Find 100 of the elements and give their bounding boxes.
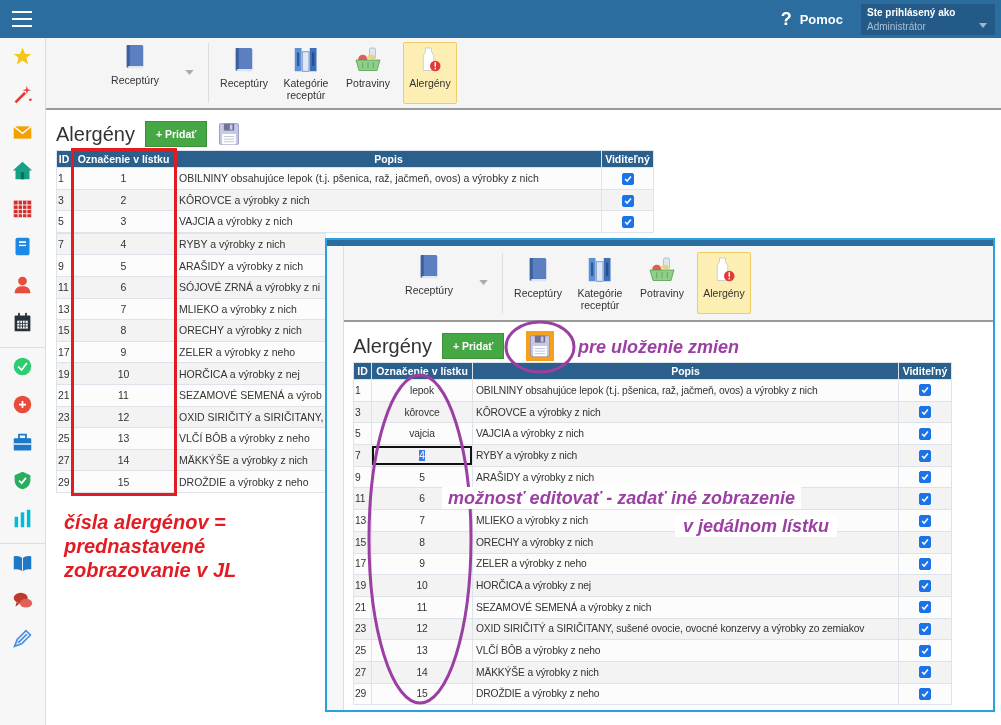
table-cell: 9 (353, 466, 372, 488)
checkbox[interactable] (919, 384, 931, 397)
ribbon-button[interactable]: Receptúry (217, 42, 271, 104)
annotation-note: možnosť editovať - zadať iné zobrazenie (442, 487, 801, 509)
check-icon[interactable] (12, 356, 33, 377)
table-cell: KÔROVCE a výrobky z nich (175, 189, 602, 211)
table-cell: 15 (56, 319, 72, 342)
checkbox[interactable] (919, 601, 931, 614)
table-cell: 1 (56, 167, 72, 190)
save-icon[interactable] (217, 121, 242, 147)
ribbon-button[interactable]: Kategórie receptúr (279, 42, 333, 104)
help-link[interactable]: ? Pomoc (780, 8, 843, 30)
table-cell: 1 (353, 379, 372, 402)
table-cell: 11 (56, 276, 72, 299)
ribbon-dropdown[interactable]: Receptúry (384, 252, 494, 314)
plus-circle-icon[interactable] (12, 394, 33, 415)
checkbox[interactable] (919, 579, 931, 592)
column-header: Popis (175, 150, 602, 168)
checkbox[interactable] (919, 449, 931, 462)
table-cell: 5 (56, 210, 72, 233)
checkbox[interactable] (919, 623, 931, 636)
table-cell: 21 (353, 596, 372, 619)
checkbox[interactable] (919, 514, 931, 527)
table-cell: SÓJOVÉ ZRNÁ a výrobky z ni (175, 276, 326, 299)
table-cell: 7 (56, 233, 72, 255)
ribbon-button[interactable]: Potraviny (341, 42, 395, 104)
table-cell: RYBY a výrobky z nich (472, 444, 899, 467)
checkbox[interactable] (919, 471, 931, 484)
table-cell: OXID SIRIČITÝ a SIRIČITANY, sušené ovocie, ovocné konzervy a výrobky zo zemiakov (472, 618, 899, 640)
column-header: Viditeľný (601, 150, 654, 168)
table-cell: DROŽDIE a výrobky z neho (472, 683, 899, 705)
caret-icon (479, 280, 488, 285)
checkbox[interactable] (919, 536, 931, 549)
calendar-icon[interactable] (12, 312, 33, 333)
notebook-icon[interactable] (12, 236, 33, 257)
table-cell: DROŽDIE a výrobky z neho (175, 470, 326, 493)
checkbox[interactable] (919, 492, 931, 505)
grid-icon[interactable] (12, 198, 33, 219)
table-cell: ARAŠIDY a výrobky z nich (472, 466, 899, 488)
column-header: ID (353, 362, 372, 380)
table-cell: 19 (56, 362, 72, 385)
ribbon-button[interactable]: Potraviny (635, 252, 689, 314)
table-cell: 13 (56, 298, 72, 320)
column-header: Popis (472, 362, 899, 380)
table-cell: OBILNINY obsahujúce lepok (t.j. pšenica, raž, jačmeň, ovos) a výrobky z nich (472, 379, 899, 402)
table-cell: 3 (56, 189, 72, 211)
checkbox[interactable] (621, 172, 634, 185)
checkbox[interactable] (919, 644, 931, 657)
annotation-note: pre uloženie zmien (578, 336, 740, 358)
table-cell: ORECHY a výrobky z nich (175, 319, 326, 342)
table-cell: MLIEKO a výrobky z nich (175, 298, 326, 320)
table-cell: 27 (353, 661, 372, 684)
table-cell: MÄKKÝŠE a výrobky z nich (175, 449, 326, 471)
table-cell: VLČÍ BÔB a výrobky z neho (175, 427, 326, 450)
star-icon[interactable] (12, 46, 33, 67)
checkbox[interactable] (621, 216, 634, 229)
ribbon-button[interactable]: Kategórie receptúr (573, 252, 627, 314)
shield-icon[interactable] (12, 470, 33, 491)
table-cell: KÔROVCE a výrobky z nich (472, 401, 899, 423)
table-cell: ZELER a výrobky z neho (472, 553, 899, 575)
ribbon-button[interactable]: Receptúry (511, 252, 565, 314)
checkbox[interactable] (919, 666, 931, 679)
person-icon[interactable] (12, 274, 33, 295)
table-cell: ARAŠIDY a výrobky z nich (175, 254, 326, 277)
page-title: Alergény (56, 122, 135, 146)
checkbox[interactable] (621, 194, 634, 207)
menu-icon[interactable] (12, 11, 32, 27)
checkbox[interactable] (919, 558, 931, 570)
annotation-note: čísla alergénov = prednastavené zobrazovanie v JL (64, 510, 238, 582)
table-cell: 29 (56, 470, 72, 493)
table-cell: 23 (353, 618, 372, 640)
table-cell: 9 (56, 254, 72, 277)
save-icon[interactable] (526, 331, 555, 361)
table-cell: 21 (56, 384, 72, 407)
table-cell: RYBY a výrobky z nich (175, 233, 326, 255)
checkbox[interactable] (919, 427, 931, 440)
table-cell: 27 (56, 449, 72, 471)
table-cell: 25 (353, 639, 372, 662)
checkbox[interactable] (919, 406, 931, 419)
column-header: ID (56, 150, 72, 168)
ribbon-button[interactable]: Alergény (403, 42, 457, 104)
table-cell: SEZAMOVÉ SEMENÁ a výrobky z nich (472, 596, 899, 619)
magic-wand-icon[interactable] (12, 84, 33, 105)
table-cell: SEZAMOVÉ SEMENÁ a výrob (175, 384, 326, 407)
home-icon[interactable] (12, 160, 33, 181)
table-cell: HORČICA a výrobky z nej (175, 362, 326, 385)
table-cell: OXID SIRIČITÝ a SIRIČITANY, (175, 406, 326, 428)
user-dropdown[interactable]: Ste prihlásený ako Administrátor (861, 3, 995, 35)
ribbon-button[interactable]: Alergény (697, 252, 751, 314)
table-cell: 5 (353, 422, 372, 445)
briefcase-icon[interactable] (12, 432, 33, 453)
caret-icon (979, 22, 987, 28)
table-cell: VLČÍ BÔB a výrobky z neho (472, 639, 899, 662)
ribbon-dropdown[interactable]: Receptúry (90, 42, 200, 104)
table-cell: 29 (353, 683, 372, 705)
checkbox[interactable] (919, 688, 931, 701)
table-cell: 7 (353, 444, 372, 467)
pen-icon[interactable] (12, 628, 33, 649)
input-field[interactable]: 4 (372, 445, 472, 465)
table-cell: VAJCIA a výrobky z nich (472, 422, 899, 445)
